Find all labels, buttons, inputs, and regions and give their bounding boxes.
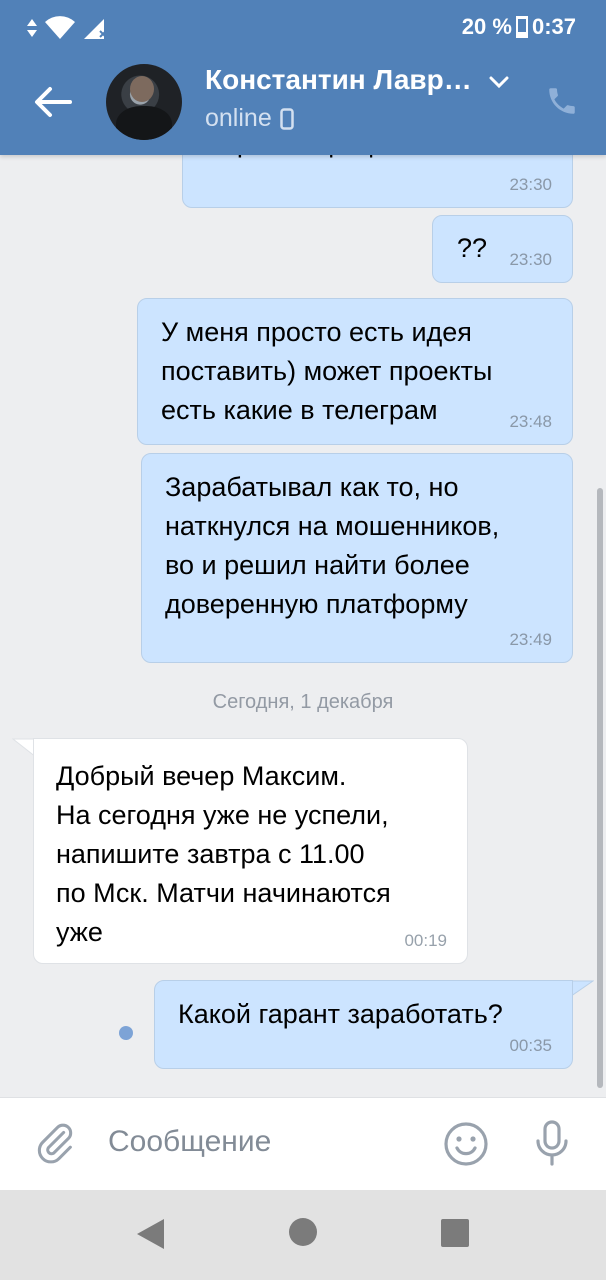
message-composer: Сообщение bbox=[0, 1097, 606, 1191]
nav-back-icon[interactable] bbox=[134, 1217, 166, 1251]
message-text: норм коофецієнтам bbox=[207, 155, 453, 163]
message-bubble[interactable]: У меня просто есть идея поставить) может… bbox=[137, 298, 573, 445]
message-time: 23:30 bbox=[509, 175, 552, 194]
message-time: 00:35 bbox=[509, 1036, 552, 1055]
contact-avatar[interactable] bbox=[106, 64, 182, 140]
message-bubble[interactable]: Какой гарант заработать? 00:35 bbox=[154, 980, 573, 1069]
message-text: У меня просто есть идея поставить) может… bbox=[161, 317, 493, 425]
message-bubble[interactable]: норм коофецієнтам 23:30 bbox=[182, 155, 573, 208]
message-list[interactable]: норм коофецієнтам 23:30 ?? 23:30 У меня … bbox=[0, 155, 606, 1097]
message-bubble[interactable]: Добрый вечер Максим. На сегодня уже не у… bbox=[33, 738, 468, 964]
message-bubble[interactable]: ?? 23:30 bbox=[432, 215, 573, 283]
system-nav-bar bbox=[0, 1190, 606, 1280]
presence-status: online bbox=[205, 104, 294, 133]
message-bubble[interactable]: Зарабатывал как то, но наткнулся на моше… bbox=[141, 453, 573, 663]
message-time: 23:49 bbox=[509, 630, 552, 649]
message-time: 23:30 bbox=[509, 250, 552, 269]
microphone-icon[interactable] bbox=[528, 1118, 576, 1168]
paperclip-icon[interactable] bbox=[32, 1120, 78, 1166]
data-arrows-icon bbox=[27, 19, 37, 37]
emoji-icon[interactable] bbox=[442, 1120, 490, 1168]
message-input[interactable]: Сообщение bbox=[108, 1125, 271, 1159]
contact-name[interactable]: Константин Лавр… bbox=[205, 64, 472, 96]
back-arrow-icon[interactable] bbox=[30, 80, 74, 124]
chevron-down-icon[interactable] bbox=[488, 74, 510, 90]
message-text: Добрый вечер Максим. На сегодня уже не у… bbox=[56, 761, 391, 947]
date-separator: Сегодня, 1 декабря bbox=[212, 691, 394, 713]
phone-call-icon[interactable] bbox=[545, 84, 579, 118]
scrollbar[interactable] bbox=[597, 488, 603, 1088]
presence-text: online bbox=[205, 104, 272, 132]
battery-percent: 20 % bbox=[461, 14, 512, 39]
message-time: 00:19 bbox=[404, 931, 447, 950]
battery-icon bbox=[515, 16, 528, 38]
nav-home-icon[interactable] bbox=[287, 1216, 319, 1248]
message-text: Зарабатывал как то, но наткнулся на моше… bbox=[165, 472, 500, 619]
message-text: Какой гарант заработать? bbox=[178, 999, 503, 1029]
message-text: ?? bbox=[457, 233, 488, 263]
message-time: 23:48 bbox=[509, 412, 552, 431]
clock: 0:37 bbox=[531, 14, 576, 39]
wifi-icon bbox=[45, 16, 75, 39]
unread-indicator bbox=[119, 1026, 133, 1040]
cell-signal-icon bbox=[84, 19, 107, 39]
chat-header: 20 % 0:37 Константин Лавр… online bbox=[0, 0, 606, 155]
status-icons bbox=[26, 14, 108, 42]
mobile-icon bbox=[279, 107, 294, 130]
nav-recents-icon[interactable] bbox=[440, 1218, 470, 1248]
status-right: 20 % 0:37 bbox=[462, 14, 576, 40]
status-bar: 20 % 0:37 bbox=[0, 0, 606, 56]
